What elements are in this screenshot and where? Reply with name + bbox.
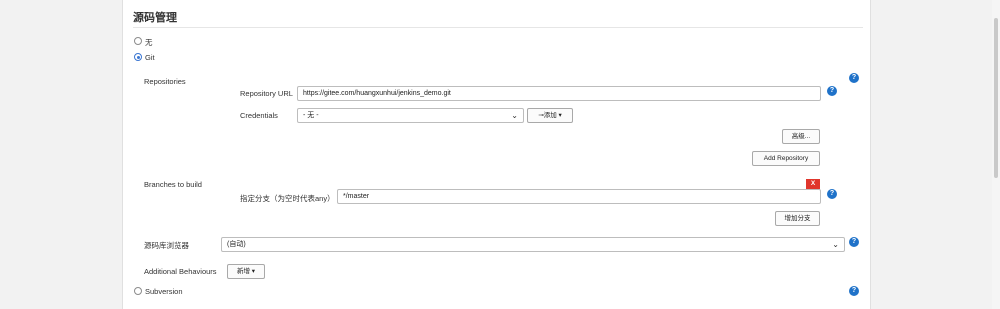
scm-git-radio[interactable] <box>134 53 142 61</box>
credentials-select[interactable]: - 无 - ⌄ <box>297 108 524 123</box>
repository-url-input[interactable]: https://gitee.com/huangxunhui/jenkins_de… <box>297 86 821 101</box>
branch-specifier-input[interactable]: */master <box>337 189 821 204</box>
section-title: 源码管理 <box>133 12 177 24</box>
branches-label: Branches to build <box>144 180 202 189</box>
help-icon[interactable]: ? <box>827 86 837 96</box>
scm-subversion-label[interactable]: Subversion <box>145 287 183 296</box>
repository-browser-value: (自动) <box>227 241 246 248</box>
chevron-down-icon: ⌄ <box>511 111 518 120</box>
delete-branch-button[interactable]: X <box>806 179 820 189</box>
section-divider <box>133 27 863 28</box>
repository-browser-select[interactable]: (自动) ⌄ <box>221 237 845 252</box>
advanced-button[interactable]: 高级... <box>782 129 820 144</box>
scrollbar-thumb[interactable] <box>994 18 998 178</box>
help-icon[interactable]: ? <box>849 286 859 296</box>
add-credentials-button[interactable]: ⊸添加 ▾ <box>527 108 573 123</box>
scm-subversion-radio[interactable] <box>134 287 142 295</box>
scm-git-label[interactable]: Git <box>145 53 155 62</box>
help-icon[interactable]: ? <box>827 189 837 199</box>
repository-browser-label: 源码库浏览器 <box>144 241 189 250</box>
repository-url-label: Repository URL <box>240 89 293 98</box>
scm-none-label[interactable]: 无 <box>145 37 153 48</box>
branch-specifier-label: 指定分支（为空时代表any） <box>240 194 335 203</box>
repositories-label: Repositories <box>144 77 186 86</box>
page-scrollbar[interactable] <box>992 0 1000 309</box>
add-credentials-label: 添加 <box>543 112 557 119</box>
chevron-down-icon: ⌄ <box>832 240 839 249</box>
additional-behaviours-label: Additional Behaviours <box>144 267 217 276</box>
add-behaviour-label: 新增 <box>236 268 250 275</box>
credentials-label: Credentials <box>240 111 278 120</box>
credentials-value: - 无 - <box>303 112 319 119</box>
help-icon[interactable]: ? <box>849 73 859 83</box>
add-branch-button[interactable]: 增加分支 <box>775 211 820 226</box>
help-icon[interactable]: ? <box>849 237 859 247</box>
scm-none-radio[interactable] <box>134 37 142 45</box>
add-repository-button[interactable]: Add Repository <box>752 151 820 166</box>
add-behaviour-button[interactable]: 新增 ▾ <box>227 264 265 279</box>
